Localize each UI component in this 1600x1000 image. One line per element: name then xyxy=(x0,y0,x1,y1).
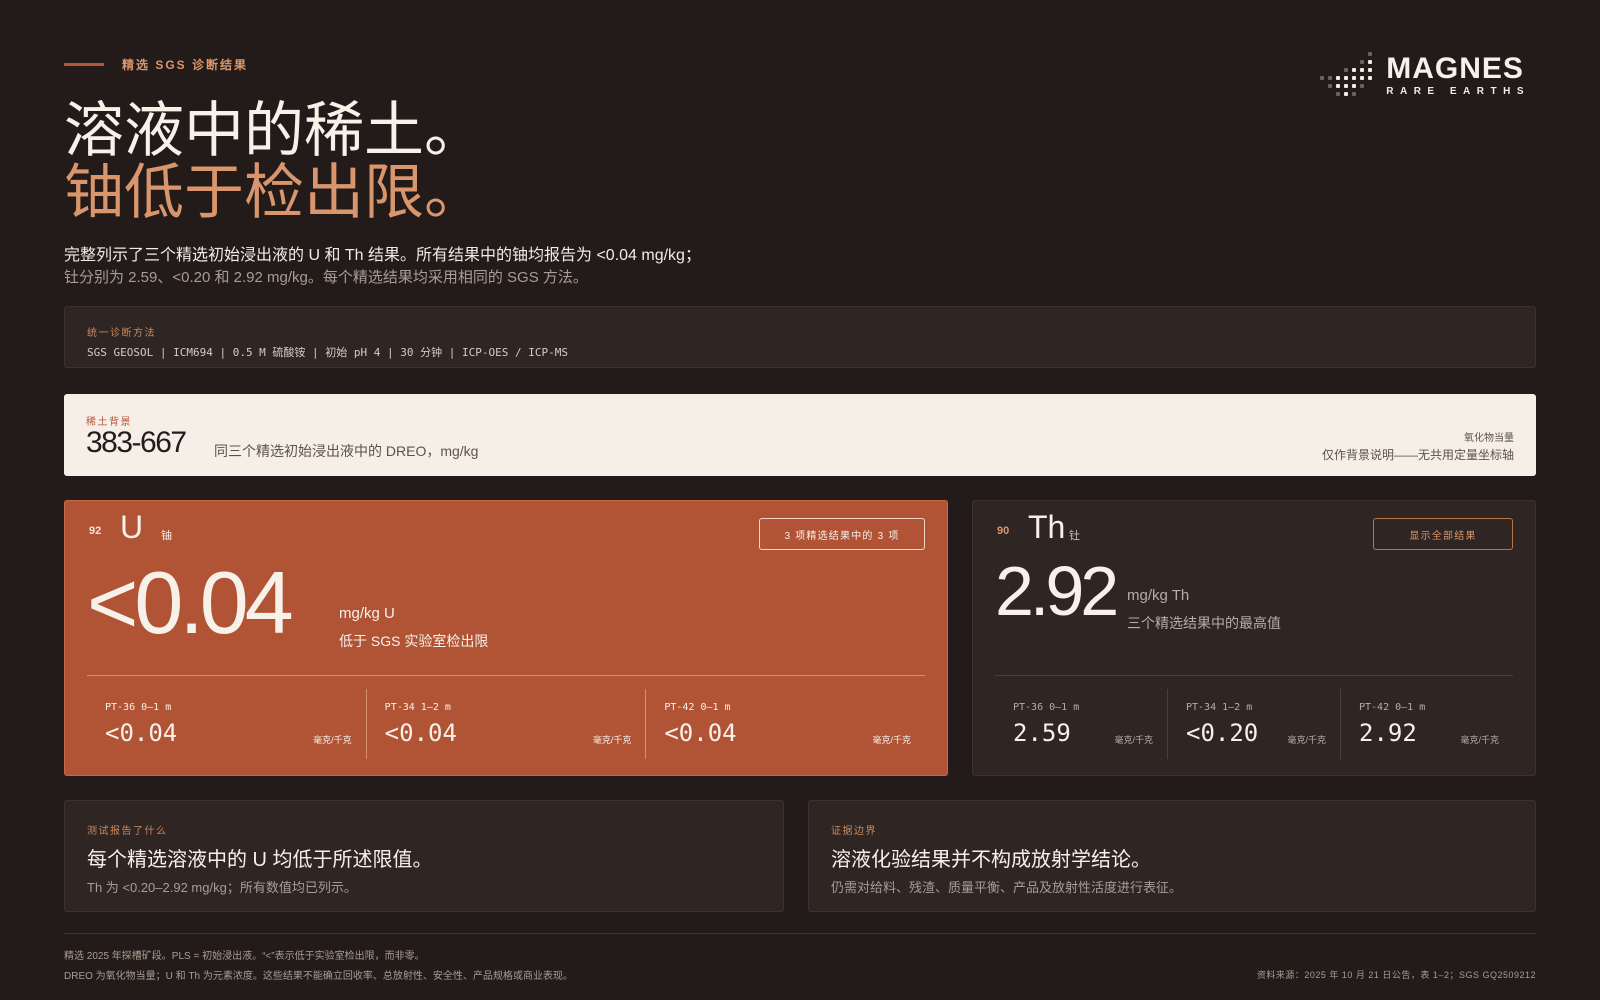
footer-note-line2: DREO 为氧化物当量；U 和 Th 为元素浓度。这些结果不能确立回收率、总放射… xyxy=(64,971,573,982)
eyebrow: 精选 SGS 诊断结果 xyxy=(64,56,248,73)
sample-unit: 毫克/千克 xyxy=(1114,735,1153,745)
uranium-samples: PT-36 0–1 m <0.04 毫克/千克 PT-34 1–2 m <0.0… xyxy=(87,689,925,759)
page-title-line2: 铀低于检出限。 xyxy=(64,159,484,226)
thorium-note: 三个精选结果中的最高值 xyxy=(1127,615,1281,631)
panel-title: 溶液化验结果并不构成放射学结论。 xyxy=(831,849,1151,871)
sample-value: <0.04 xyxy=(384,719,457,747)
sample-unit: 毫克/千克 xyxy=(872,735,912,745)
thorium-name: 钍 xyxy=(1069,530,1080,542)
background-right-label: 氧化物当量 xyxy=(1464,433,1514,444)
lead-text-line2: 钍分别为 2.59、<0.20 和 2.92 mg/kg。每个精选结果均采用相同… xyxy=(64,269,588,286)
logo-name: MAGNES xyxy=(1386,51,1524,85)
sample-unit: 毫克/千克 xyxy=(1287,735,1326,745)
sample-label: PT-42 0–1 m xyxy=(664,702,731,713)
sample-label: PT-36 0–1 m xyxy=(1013,702,1080,713)
sample-unit: 毫克/千克 xyxy=(1460,735,1499,745)
eyebrow-text: 精选 SGS 诊断结果 xyxy=(122,58,249,72)
background-range: 383-667 xyxy=(86,426,187,459)
footer-note-line1: 精选 2025 年探槽矿段。PLS = 初始浸出液。“<”表示低于实验室检出限，… xyxy=(64,951,425,962)
background-description: 同三个精选初始浸出液中的 DREO，mg/kg xyxy=(214,443,479,459)
thorium-symbol: Th xyxy=(1028,509,1066,545)
thorium-atomic-number: 90 xyxy=(997,525,1010,537)
eyebrow-rule xyxy=(64,63,104,66)
uranium-headline-value: <0.04 xyxy=(87,553,294,652)
thorium-divider xyxy=(995,675,1513,676)
reported-panel: 测试报告了什么 每个精选溶液中的 U 均低于所述限值。 Th 为 <0.20–2… xyxy=(64,800,784,912)
sample-label: PT-36 0–1 m xyxy=(105,702,172,713)
panel-title: 每个精选溶液中的 U 均低于所述限值。 xyxy=(87,849,433,871)
sample-cell: PT-34 1–2 m <0.04 毫克/千克 xyxy=(365,689,646,759)
sample-cell: PT-34 1–2 m <0.20 毫克/千克 xyxy=(1167,689,1340,759)
sample-cell: PT-42 0–1 m <0.04 毫克/千克 xyxy=(645,689,925,759)
logo-tagline: RARE EARTHS xyxy=(1386,85,1530,97)
uranium-count-button[interactable]: 3 项精选结果中的 3 项 xyxy=(759,518,925,550)
sample-unit: 毫克/千克 xyxy=(313,735,352,745)
sample-cell: PT-36 0–1 m <0.04 毫克/千克 xyxy=(87,689,366,759)
uranium-card: 92 U 铀 3 项精选结果中的 3 项 <0.04 mg/kg U 低于 SG… xyxy=(64,500,948,776)
sample-label: PT-42 0–1 m xyxy=(1359,702,1426,713)
panel-description: Th 为 <0.20–2.92 mg/kg；所有数值均已列示。 xyxy=(87,880,357,895)
footer-source: 资料来源：2025 年 10 月 21 日公告，表 1–2；SGS GQ2509… xyxy=(1256,970,1536,980)
thorium-unit: mg/kg Th xyxy=(1127,587,1190,604)
panel-label: 测试报告了什么 xyxy=(87,826,168,837)
uranium-divider xyxy=(87,675,925,676)
logo-dots-icon xyxy=(1320,52,1374,98)
uranium-symbol: U xyxy=(120,509,144,545)
uranium-note: 低于 SGS 实验室检出限 xyxy=(339,633,489,649)
logo-wordmark: MAGNES RARE EARTHS xyxy=(1386,51,1530,97)
brand-logo: MAGNES RARE EARTHS xyxy=(1320,52,1530,98)
sample-unit: 毫克/千克 xyxy=(592,735,632,745)
method-text: SGS GEOSOL | ICM694 | 0.5 M 硫酸铵 | 初始 pH … xyxy=(87,346,568,359)
panel-description: 仍需对给料、残渣、质量平衡、产品及放射性活度进行表征。 xyxy=(831,880,1183,895)
sample-cell: PT-42 0–1 m 2.92 毫克/千克 xyxy=(1340,689,1513,759)
uranium-name: 铀 xyxy=(161,530,172,542)
show-all-results-button[interactable]: 显示全部结果 xyxy=(1373,518,1513,550)
sample-value: 2.59 xyxy=(1013,719,1071,747)
method-box: 统一诊断方法 SGS GEOSOL | ICM694 | 0.5 M 硫酸铵 |… xyxy=(64,306,1536,368)
panel-label: 证据边界 xyxy=(831,826,877,837)
sample-value: 2.92 xyxy=(1359,719,1417,747)
footer-divider xyxy=(64,933,1536,934)
uranium-atomic-number: 92 xyxy=(89,525,102,537)
thorium-headline-value: 2.92 xyxy=(995,552,1119,630)
thorium-card: 90 Th 钍 显示全部结果 2.92 mg/kg Th 三个精选结果中的最高值… xyxy=(972,500,1536,776)
sample-label: PT-34 1–2 m xyxy=(1186,702,1253,713)
sample-value: <0.04 xyxy=(664,719,737,747)
background-right-note: 仅作背景说明——无共用定量坐标轴 xyxy=(1321,448,1514,462)
sample-label: PT-34 1–2 m xyxy=(384,702,451,713)
rare-earth-background-band: 稀土背景 383-667 同三个精选初始浸出液中的 DREO，mg/kg 氧化物… xyxy=(64,394,1536,476)
sample-value: <0.04 xyxy=(105,719,178,747)
sample-value: <0.20 xyxy=(1186,719,1259,747)
thorium-samples: PT-36 0–1 m 2.59 毫克/千克 PT-34 1–2 m <0.20… xyxy=(995,689,1513,759)
method-label: 统一诊断方法 xyxy=(87,328,156,339)
evidence-boundary-panel: 证据边界 溶液化验结果并不构成放射学结论。 仍需对给料、残渣、质量平衡、产品及放… xyxy=(808,800,1536,912)
lead-text-line1: 完整列示了三个精选初始浸出液的 U 和 Th 结果。所有结果中的铀均报告为 <0… xyxy=(64,247,701,264)
sample-cell: PT-36 0–1 m 2.59 毫克/千克 xyxy=(995,689,1167,759)
page-title-line1: 溶液中的稀土。 xyxy=(64,97,484,164)
uranium-unit: mg/kg U xyxy=(339,605,395,622)
